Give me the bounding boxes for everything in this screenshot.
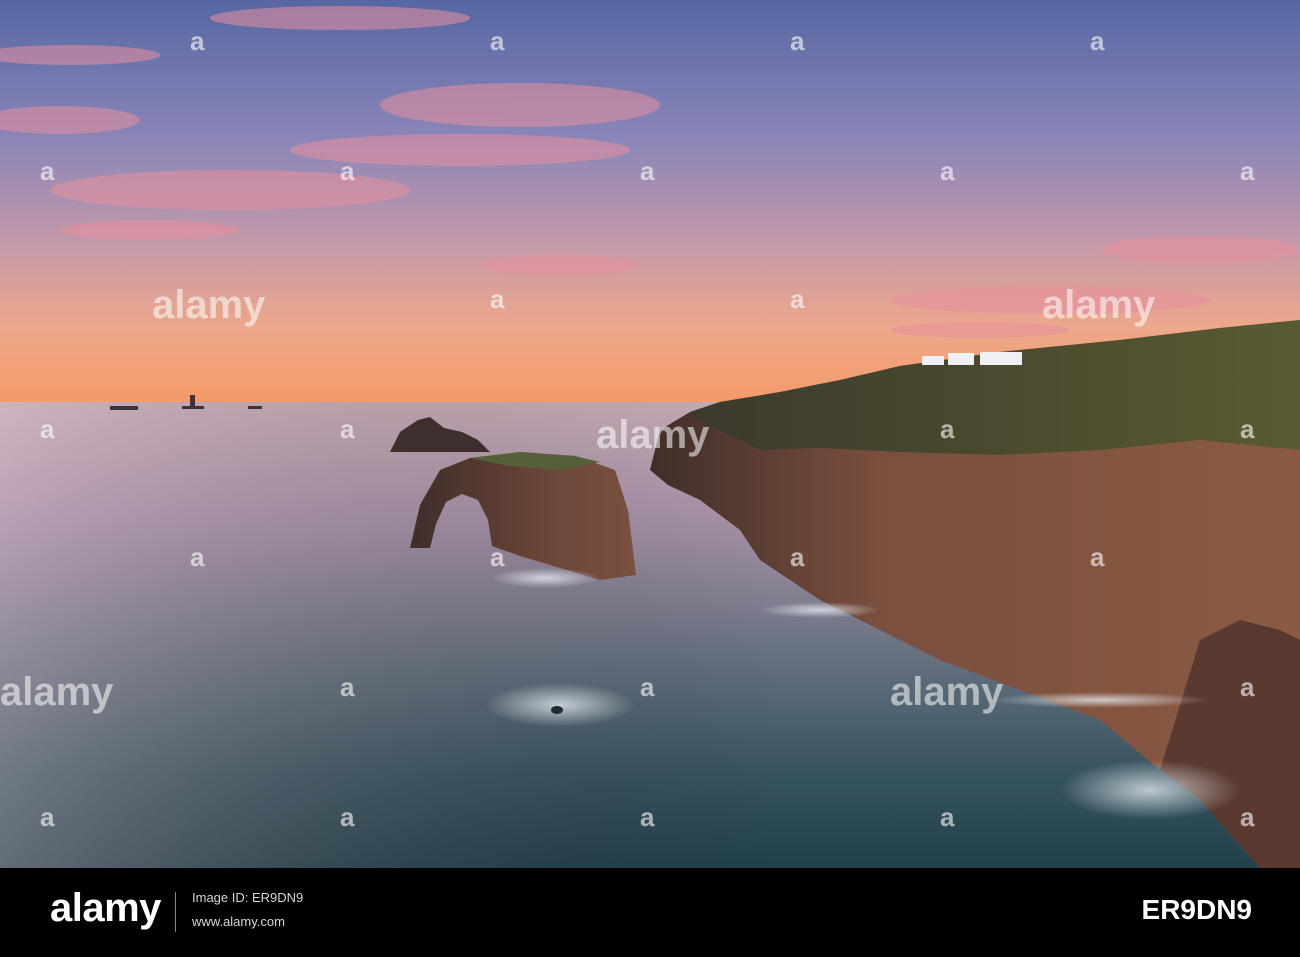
watermark-glyph: a xyxy=(1240,802,1255,832)
watermark-glyph: a xyxy=(640,156,655,186)
watermark-glyph: a xyxy=(940,802,955,832)
watermark-glyph: a xyxy=(790,542,805,572)
watermark-glyph: a xyxy=(1240,672,1255,702)
footer-divider xyxy=(175,892,176,932)
watermark-glyph: a xyxy=(1240,414,1255,444)
watermark-glyph: a xyxy=(790,284,805,314)
coastal-sunset-scene: alamy alamy alamy alamy alamy a a a a a … xyxy=(0,0,1300,868)
watermark-glyph: a xyxy=(940,414,955,444)
watermark-glyph: a xyxy=(340,156,355,186)
watermark-glyph: a xyxy=(490,542,505,572)
watermark-glyph: a xyxy=(340,414,355,444)
footer-image-reference: Image ID: ER9DN9 xyxy=(192,890,304,905)
watermark-glyph: a xyxy=(640,672,655,702)
footer-image-id: ER9DN9 xyxy=(1141,894,1252,925)
watermark: alamy xyxy=(0,670,114,714)
footer-logo: alamy xyxy=(50,886,161,930)
watermark-glyph: a xyxy=(790,26,805,56)
watermark-glyph: a xyxy=(940,156,955,186)
watermark-glyph: a xyxy=(1090,26,1105,56)
watermark: alamy xyxy=(1042,283,1156,327)
watermark-glyph: a xyxy=(1240,156,1255,186)
footer-url[interactable]: www.alamy.com xyxy=(192,914,285,929)
watermark-glyph: a xyxy=(340,802,355,832)
watermark-glyph: a xyxy=(340,672,355,702)
watermark-glyph: a xyxy=(640,802,655,832)
photo: alamy alamy alamy alamy alamy a a a a a … xyxy=(0,0,1300,868)
footer-bar: alamy Image ID: ER9DN9 www.alamy.com ER9… xyxy=(0,868,1300,957)
watermark: alamy xyxy=(152,283,266,327)
watermark-glyph: a xyxy=(190,542,205,572)
watermark-glyph: a xyxy=(40,802,55,832)
watermark-glyph: a xyxy=(40,156,55,186)
watermark-glyph: a xyxy=(40,414,55,444)
watermark: alamy xyxy=(890,670,1004,714)
watermark: alamy xyxy=(596,413,710,457)
watermark-glyph: a xyxy=(490,26,505,56)
watermark-glyph: a xyxy=(490,284,505,314)
watermark-glyph: a xyxy=(1090,542,1105,572)
foam-rock xyxy=(551,706,563,714)
watermark-glyph: a xyxy=(190,26,205,56)
